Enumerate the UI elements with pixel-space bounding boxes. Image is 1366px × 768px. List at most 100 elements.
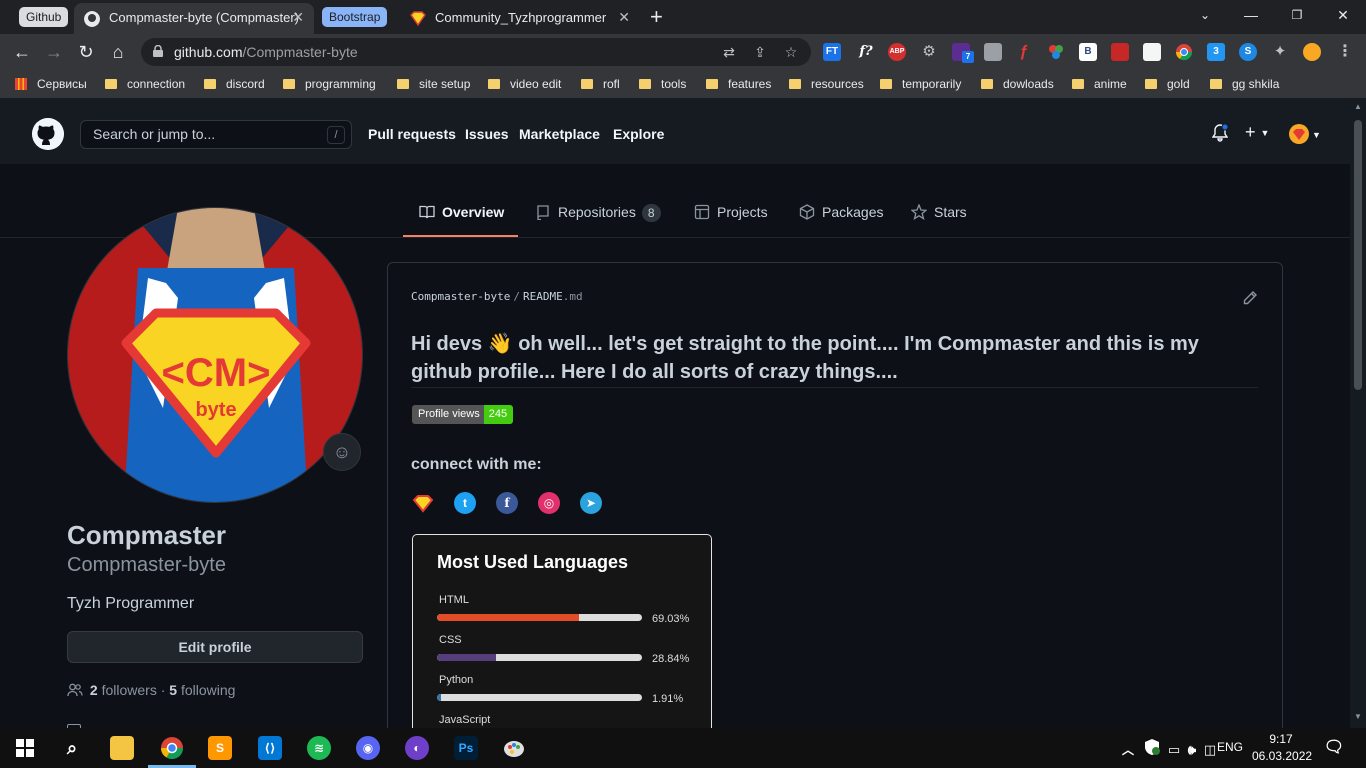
github-search-input[interactable]: Search or jump to... / — [80, 120, 352, 149]
nav-marketplace[interactable]: Marketplace — [519, 126, 600, 142]
following-link[interactable]: 5 following — [169, 682, 235, 698]
ext-gear-icon[interactable]: ⚙ — [920, 43, 938, 61]
scroll-up-arrow-icon[interactable]: ▲ — [1354, 102, 1362, 111]
bookmark-resources[interactable]: resources — [789, 70, 864, 98]
ext-formula-icon[interactable]: f? — [857, 43, 875, 61]
scroll-down-arrow-icon[interactable]: ▼ — [1354, 712, 1362, 721]
superhero-social-icon[interactable] — [412, 492, 434, 514]
tray-security-icon[interactable] — [1140, 738, 1164, 762]
reload-icon[interactable]: ↻ — [71, 34, 101, 70]
user-avatar-menu[interactable]: ▼ — [1289, 124, 1321, 149]
sublime-text-icon[interactable]: S — [208, 736, 232, 760]
back-arrow-icon[interactable]: ← — [7, 34, 37, 70]
translate-icon[interactable]: ⇄ — [721, 44, 737, 60]
nav-issues[interactable]: Issues — [465, 126, 509, 142]
github-desktop-icon[interactable]: ◐ — [405, 736, 429, 760]
ext-ft-icon[interactable]: FT — [823, 43, 841, 61]
ext-color-icon[interactable] — [1047, 43, 1065, 61]
github-logo-icon[interactable] — [32, 118, 64, 150]
telegram-icon[interactable]: ➤ — [580, 492, 602, 514]
bookmark-connection[interactable]: connection — [105, 70, 185, 98]
scrollbar-thumb[interactable] — [1354, 120, 1362, 390]
tab-repositories[interactable]: Repositories 8 — [535, 204, 661, 222]
bookmark-programming[interactable]: programming — [283, 70, 376, 98]
readme-owner-link[interactable]: Compmaster-byte — [411, 290, 510, 303]
chrome-menu-icon[interactable]: ⋮ — [1336, 43, 1354, 61]
tab-stars[interactable]: Stars — [911, 204, 967, 220]
nav-explore[interactable]: Explore — [613, 126, 664, 142]
minimize-button[interactable]: — — [1228, 0, 1274, 30]
share-icon[interactable]: ⇪ — [752, 44, 768, 60]
ext-shield-icon[interactable] — [984, 43, 1002, 61]
set-status-smiley-icon[interactable]: ☺ — [323, 433, 361, 471]
ext-shazam-icon[interactable]: S — [1239, 43, 1257, 61]
ext-flash-icon[interactable]: ƒ — [1015, 43, 1033, 61]
forward-arrow-icon[interactable]: → — [39, 34, 69, 70]
followers-link[interactable]: 2 followers — [90, 682, 157, 698]
bookmark-dowloads[interactable]: dowloads — [981, 70, 1054, 98]
ext-css3-icon[interactable]: 3 — [1207, 43, 1225, 61]
tab-overview[interactable]: Overview — [419, 204, 504, 220]
profile-avatar[interactable]: <CM> byte — [67, 207, 363, 503]
ext-adblock-icon[interactable]: ABP — [888, 43, 906, 61]
address-bar[interactable]: github.com/Compmaster-byte ⇄ ⇪ ☆ — [141, 38, 811, 66]
tab-community[interactable]: Community_Tyzhprogrammer ✕ — [402, 3, 640, 34]
tab-group-bootstrap[interactable]: Bootstrap — [322, 7, 388, 27]
bookmark-star-icon[interactable]: ☆ — [783, 44, 799, 60]
bookmark-apps[interactable]: Сервисы — [15, 70, 87, 98]
home-icon[interactable]: ⌂ — [103, 34, 133, 70]
profile-avatar-icon[interactable] — [1303, 43, 1321, 61]
vscode-icon[interactable]: ⟨⟩ — [258, 736, 282, 760]
photoshop-icon[interactable]: Ps — [454, 736, 478, 760]
bookmark-discord[interactable]: discord — [204, 70, 265, 98]
create-new-plus-icon[interactable]: + ▼ — [1245, 122, 1269, 143]
profile-views-badge[interactable]: Profile views 245 — [412, 405, 514, 424]
new-tab-button[interactable]: + — [650, 3, 663, 31]
bookmark-temporarily[interactable]: temporarily — [880, 70, 961, 98]
windows-start-icon[interactable] — [13, 736, 37, 760]
ext-purple-icon[interactable]: 7 — [952, 43, 974, 63]
bookmark-rofl[interactable]: rofl — [581, 70, 620, 98]
page-scrollbar[interactable]: ▲ ▼ — [1350, 98, 1366, 728]
tab-projects[interactable]: Projects — [694, 204, 768, 220]
spotify-icon[interactable]: ≋ — [307, 736, 331, 760]
chrome-taskbar-icon[interactable] — [160, 736, 184, 760]
tab-close-icon[interactable]: ✕ — [618, 3, 630, 32]
ext-gift-icon[interactable] — [1111, 43, 1129, 61]
tab-group-github[interactable]: Github — [19, 7, 69, 27]
instagram-icon[interactable]: ◎ — [538, 492, 560, 514]
bookmark-features[interactable]: features — [706, 70, 771, 98]
tab-search-chevron-icon[interactable]: ⌄ — [1182, 0, 1228, 30]
restore-button[interactable]: ❐ — [1274, 0, 1320, 30]
edit-profile-button[interactable]: Edit profile — [67, 631, 363, 663]
bookmark-site-setup[interactable]: site setup — [397, 70, 470, 98]
notifications-center-icon[interactable]: 🗨 — [1322, 736, 1346, 760]
readme-file-link[interactable]: README.md — [523, 290, 583, 303]
ext-b-icon[interactable]: B — [1079, 43, 1097, 61]
tab-packages[interactable]: Packages — [799, 204, 883, 220]
taskbar-clock[interactable]: 9:17 06.03.2022 — [1252, 731, 1312, 765]
edit-pencil-icon[interactable] — [1242, 290, 1258, 306]
bookmark-anime[interactable]: anime — [1072, 70, 1127, 98]
notifications-bell-icon[interactable] — [1211, 123, 1229, 147]
bookmark-video-edit[interactable]: video edit — [488, 70, 561, 98]
tray-chevron-icon[interactable]: ︿ — [1116, 738, 1140, 762]
close-window-button[interactable]: ✕ — [1320, 0, 1366, 30]
bookmark-tools[interactable]: tools — [639, 70, 686, 98]
input-language-indicator[interactable]: ENG — [1217, 740, 1243, 754]
nav-pull-requests[interactable]: Pull requests — [368, 126, 456, 142]
search-icon[interactable]: ⌕ — [60, 736, 84, 760]
twitter-icon[interactable]: t — [454, 492, 476, 514]
tab-active-github-profile[interactable]: Compmaster-byte (Compmaster) ✕ — [74, 3, 314, 34]
file-explorer-icon[interactable] — [110, 736, 134, 760]
tab-close-icon[interactable]: ✕ — [292, 3, 304, 32]
ext-chrome-icon[interactable] — [1175, 43, 1193, 61]
folder-icon — [1210, 79, 1222, 89]
discord-icon[interactable]: ◉ — [356, 736, 380, 760]
bookmark-gg-shkila[interactable]: gg shkila — [1210, 70, 1279, 98]
paint-icon[interactable] — [502, 736, 526, 760]
ext-red-icon[interactable] — [1143, 43, 1161, 61]
bookmark-gold[interactable]: gold — [1145, 70, 1190, 98]
facebook-icon[interactable]: f — [496, 492, 518, 514]
extensions-puzzle-icon[interactable]: ✦ — [1271, 43, 1289, 61]
